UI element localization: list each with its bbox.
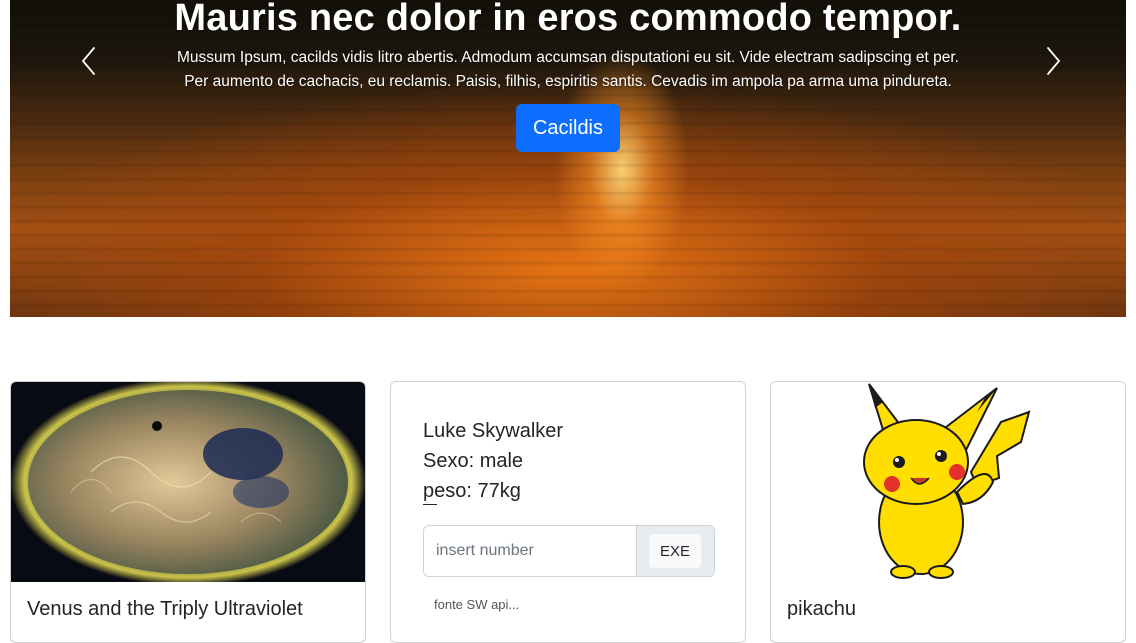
input-addon: EXE bbox=[636, 526, 714, 576]
divider bbox=[423, 504, 437, 505]
carousel-prev-button[interactable] bbox=[74, 45, 106, 77]
carousel-caption: Mauris nec dolor in eros commodo tempor.… bbox=[170, 0, 966, 152]
character-gender: Sexo: male bbox=[423, 450, 524, 472]
nasa-card-title: Venus and the Triply Ultraviolet bbox=[27, 598, 303, 620]
nasa-card: Venus and the Triply Ultraviolet bbox=[10, 381, 366, 643]
character-card: Luke Skywalker Sexo: male peso: 77kg EXE… bbox=[390, 381, 746, 643]
pokemon-card-title: pikachu bbox=[787, 598, 856, 620]
carousel-next-button[interactable] bbox=[1036, 45, 1068, 77]
pikachu-image bbox=[771, 382, 1125, 582]
character-weight: peso: 77kg bbox=[423, 480, 521, 502]
pokemon-card: pikachu bbox=[770, 381, 1126, 643]
source-note: fonte SW api... bbox=[434, 597, 520, 612]
chevron-left-icon bbox=[81, 47, 95, 75]
number-input-group: EXE bbox=[423, 525, 715, 577]
sun-ultraviolet-image bbox=[11, 382, 365, 582]
chevron-right-icon bbox=[1047, 47, 1061, 75]
character-name: Luke Skywalker bbox=[423, 420, 564, 442]
exe-button[interactable]: EXE bbox=[649, 534, 701, 568]
character-info: Luke Skywalker Sexo: male peso: 77kg bbox=[423, 416, 563, 506]
number-input[interactable] bbox=[424, 526, 648, 576]
hero-carousel: Mauris nec dolor in eros commodo tempor.… bbox=[10, 0, 1126, 317]
carousel-text: Mussum Ipsum, cacilds vidis litro aberti… bbox=[177, 49, 959, 90]
carousel-cta-button[interactable]: Cacildis bbox=[515, 104, 621, 152]
carousel-title: Mauris nec dolor in eros commodo tempor. bbox=[174, 0, 962, 39]
